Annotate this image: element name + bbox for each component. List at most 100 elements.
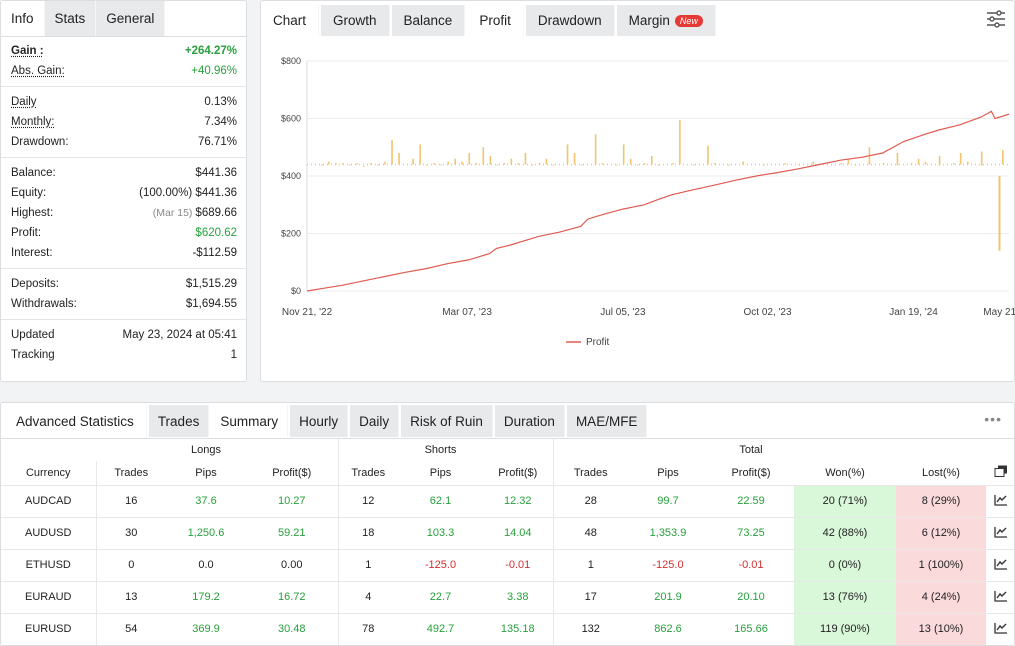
tab-duration[interactable]: Duration bbox=[494, 405, 565, 437]
x-tick-label: Oct 02, '23 bbox=[743, 307, 791, 318]
tab-mae-mfe[interactable]: MAE/MFE bbox=[566, 405, 648, 437]
profit-bar bbox=[545, 158, 548, 165]
table-cell: -125.0 bbox=[398, 548, 483, 581]
row-chart-cell[interactable] bbox=[986, 516, 1014, 549]
filter-settings-icon[interactable] bbox=[986, 10, 1006, 28]
profit-bar bbox=[924, 161, 927, 165]
table-cell: 1 bbox=[553, 548, 628, 581]
table-cell: 73.25 bbox=[708, 516, 794, 549]
profit-bar bbox=[601, 163, 604, 165]
balance-label: Balance: bbox=[11, 167, 56, 179]
table-cell: 62.1 bbox=[398, 484, 483, 517]
group-header-total: Total bbox=[739, 444, 763, 456]
profit-bar bbox=[840, 163, 843, 165]
chart-icon[interactable] bbox=[994, 590, 1008, 602]
table-cell: 4 (24%) bbox=[896, 580, 986, 613]
profit-bar bbox=[342, 163, 344, 165]
tab-growth[interactable]: Growth bbox=[321, 5, 390, 36]
table-cell: 103.3 bbox=[398, 516, 483, 549]
profit-bar-negative bbox=[998, 176, 1001, 251]
profit-bar bbox=[363, 165, 365, 167]
profit-bar bbox=[1001, 150, 1004, 165]
profit-bar bbox=[854, 164, 857, 166]
profit-chart: $0 $200 $400 $600 $800 Nov 21, '22 Mar 07, '23… bbox=[281, 56, 1015, 348]
daily-value: 0.13% bbox=[204, 96, 237, 108]
profit-bar bbox=[468, 153, 471, 165]
advanced-statistics-title: Advanced Statistics bbox=[1, 405, 147, 437]
col-shorts-profit: Profit($) bbox=[483, 461, 554, 485]
interest-row: Interest: -$112.59 bbox=[11, 243, 237, 263]
abs-gain-value: +40.96% bbox=[191, 65, 237, 77]
profit-bar bbox=[650, 155, 653, 165]
table-cell: -125.0 bbox=[628, 548, 708, 581]
highest-label: Highest: bbox=[11, 207, 54, 219]
monthly-row: Monthly: 7.34% bbox=[11, 112, 237, 132]
chart-icon[interactable] bbox=[994, 526, 1008, 538]
table-cell: 22.7 bbox=[398, 580, 483, 613]
tab-margin[interactable]: Margin New bbox=[616, 5, 716, 36]
table-cell: 48 bbox=[553, 516, 628, 549]
y-tick-label: $200 bbox=[281, 229, 301, 239]
tab-hourly[interactable]: Hourly bbox=[290, 405, 349, 437]
gain-row: Gain : +264.27% bbox=[11, 41, 237, 61]
x-tick-label: Nov 21, '22 bbox=[282, 307, 333, 318]
table-cell: 20 (71%) bbox=[794, 484, 896, 517]
column-header-row: Currency Trades Pips Profit($) Trades Pi… bbox=[1, 461, 1014, 485]
row-chart-cell[interactable] bbox=[986, 580, 1014, 613]
y-tick-label: $400 bbox=[281, 171, 301, 181]
table-cell: ETHUSD bbox=[1, 548, 97, 581]
chart-icon[interactable] bbox=[994, 558, 1008, 570]
updated-row: Updated May 23, 2024 at 05:41 bbox=[11, 325, 237, 345]
interest-label: Interest: bbox=[11, 247, 53, 259]
group-header-row: Longs Shorts Total bbox=[1, 439, 1014, 461]
row-chart-cell[interactable] bbox=[986, 484, 1014, 517]
tab-trades[interactable]: Trades bbox=[148, 405, 210, 437]
profit-line bbox=[306, 110, 1010, 292]
tab-risk-of-ruin[interactable]: Risk of Ruin bbox=[401, 405, 493, 437]
profit-bar bbox=[517, 163, 520, 165]
profit-bar bbox=[531, 164, 534, 166]
tab-general[interactable]: General bbox=[96, 1, 166, 36]
tab-summary[interactable]: Summary bbox=[211, 405, 289, 437]
profit-bar bbox=[826, 164, 829, 166]
tab-profit[interactable]: Profit bbox=[467, 5, 524, 36]
table-cell: 37.6 bbox=[166, 484, 246, 517]
y-tick-label: $600 bbox=[281, 114, 301, 124]
col-export[interactable] bbox=[986, 461, 1014, 485]
monthly-label[interactable]: Monthly: bbox=[11, 116, 54, 128]
x-tick-label: Jan 19, '24 bbox=[889, 307, 938, 318]
balance-row: Balance: $441.36 bbox=[11, 163, 237, 183]
tab-drawdown[interactable]: Drawdown bbox=[525, 5, 615, 36]
chart-icon[interactable] bbox=[994, 622, 1008, 634]
row-chart-cell[interactable] bbox=[986, 612, 1014, 645]
profit-bar bbox=[419, 144, 421, 165]
chart-icon[interactable] bbox=[994, 494, 1008, 506]
tab-balance[interactable]: Balance bbox=[391, 5, 466, 36]
profit-bar bbox=[742, 161, 744, 165]
gain-label[interactable]: Gain : bbox=[11, 45, 44, 57]
profit-bar bbox=[384, 161, 386, 165]
profit-bar bbox=[812, 161, 815, 165]
more-options-icon[interactable]: ••• bbox=[984, 411, 1002, 427]
drawdown-label: Drawdown: bbox=[11, 136, 69, 148]
tab-info[interactable]: Info bbox=[1, 1, 45, 36]
copy-icon[interactable] bbox=[994, 465, 1008, 478]
abs-gain-label[interactable]: Abs. Gain: bbox=[11, 65, 65, 77]
equity-label: Equity: bbox=[11, 187, 47, 199]
profit-bar bbox=[672, 163, 674, 165]
info-tabbar: Info Stats General bbox=[1, 1, 246, 37]
tab-stats[interactable]: Stats bbox=[44, 1, 97, 36]
row-chart-cell[interactable] bbox=[986, 548, 1014, 581]
tab-daily[interactable]: Daily bbox=[350, 405, 400, 437]
profit-bar bbox=[938, 155, 941, 165]
daily-label[interactable]: Daily bbox=[11, 96, 37, 108]
profit-bar bbox=[321, 164, 323, 166]
drawdown-row: Drawdown: 76.71% bbox=[11, 132, 237, 152]
tracking-value: 1 bbox=[230, 349, 237, 361]
withdrawals-value: $1,694.55 bbox=[185, 298, 237, 310]
table-cell: 132 bbox=[553, 612, 628, 645]
tab-chart[interactable]: Chart bbox=[261, 5, 320, 36]
table-cell: 13 (10%) bbox=[896, 612, 986, 645]
table-cell: EURUSD bbox=[1, 612, 97, 645]
table-cell: 30.48 bbox=[246, 612, 339, 645]
